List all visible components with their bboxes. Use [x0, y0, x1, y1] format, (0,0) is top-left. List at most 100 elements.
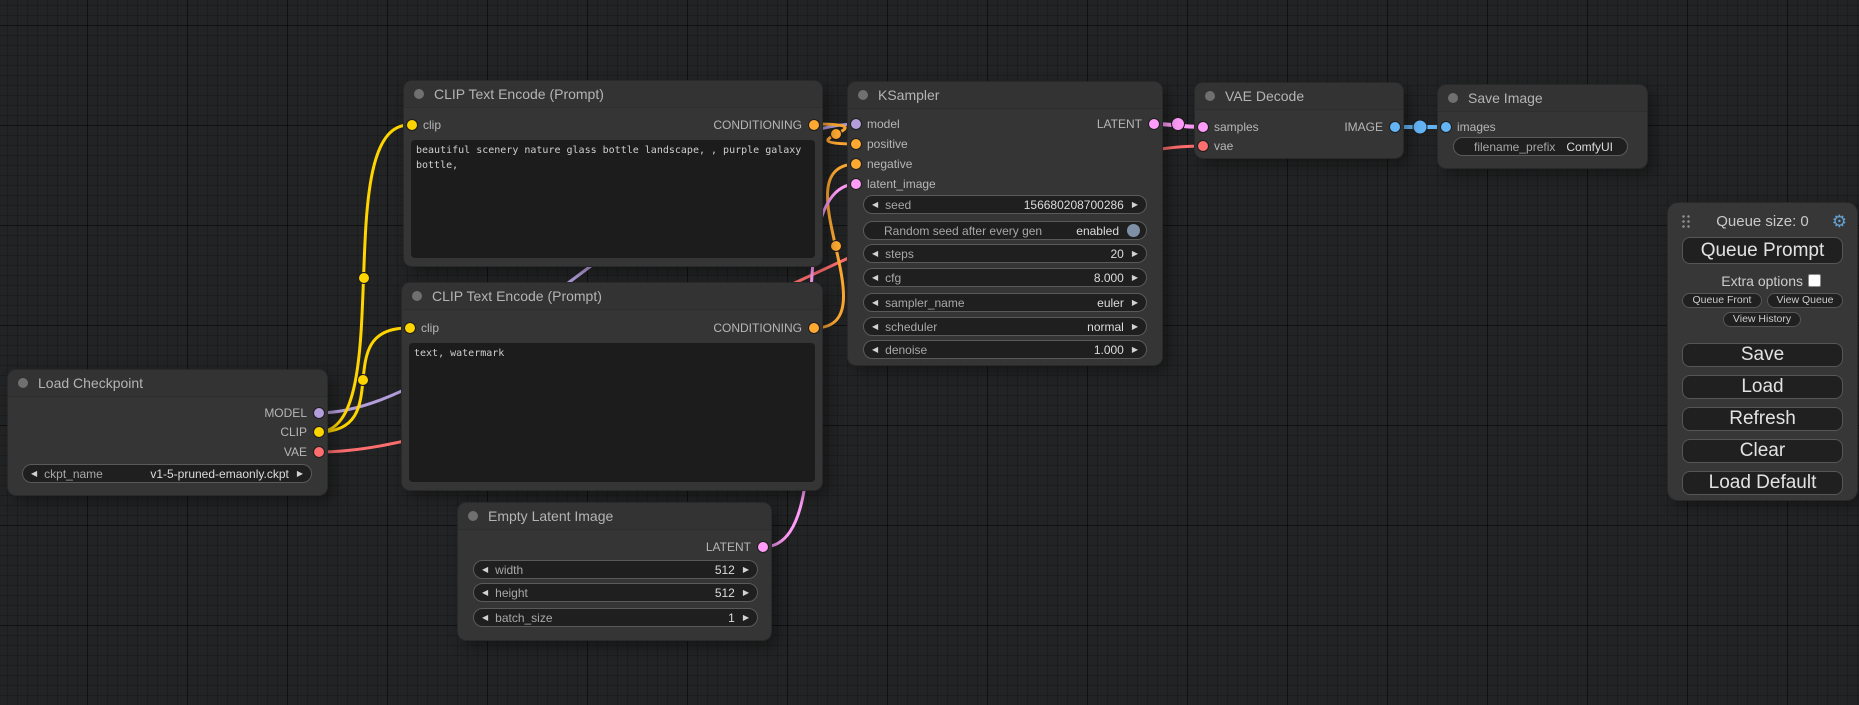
node-title-bar[interactable]: KSampler	[848, 82, 1162, 109]
decrement-arrow-icon[interactable]: ◀	[872, 195, 878, 214]
link-dot-latent[interactable]	[1172, 118, 1185, 131]
latent-slot-dot[interactable]	[758, 542, 768, 552]
seed-widget[interactable]: ◀ seed 156680208700286 ▶	[863, 195, 1147, 214]
increment-arrow-icon[interactable]: ▶	[1132, 268, 1138, 287]
image-slot-dot[interactable]	[1441, 122, 1451, 132]
collapse-dot-icon[interactable]	[1448, 93, 1458, 103]
output-slot-conditioning[interactable]: CONDITIONING	[404, 118, 822, 132]
collapse-dot-icon[interactable]	[18, 378, 28, 388]
scheduler-widget[interactable]: ◀ scheduler normal ▶	[863, 317, 1147, 336]
node-vae-decode[interactable]: VAE Decode samples vae IMAGE	[1195, 83, 1403, 158]
node-title-bar[interactable]: CLIP Text Encode (Prompt)	[404, 81, 822, 108]
conditioning-slot-dot[interactable]	[809, 120, 819, 130]
collapse-dot-icon[interactable]	[412, 291, 422, 301]
negative-prompt-textarea[interactable]: text, watermark	[409, 343, 815, 482]
view-history-button[interactable]: View History	[1723, 312, 1801, 327]
decrement-arrow-icon[interactable]: ◀	[872, 244, 878, 263]
increment-arrow-icon[interactable]: ▶	[297, 464, 303, 483]
refresh-button[interactable]: Refresh	[1682, 407, 1843, 431]
collapse-dot-icon[interactable]	[858, 90, 868, 100]
decrement-arrow-icon[interactable]: ◀	[872, 268, 878, 287]
link-dot-conditioning-negative[interactable]	[831, 241, 842, 252]
increment-arrow-icon[interactable]: ▶	[1132, 340, 1138, 359]
toggle-icon[interactable]	[1127, 224, 1140, 237]
node-empty-latent-image[interactable]: Empty Latent Image LATENT ◀ width 512 ▶ …	[458, 503, 771, 640]
link-dot-clip-positive[interactable]	[359, 273, 370, 284]
latent-slot-dot[interactable]	[851, 179, 861, 189]
node-title-bar[interactable]: CLIP Text Encode (Prompt)	[402, 283, 822, 310]
cfg-widget[interactable]: ◀ cfg 8.000 ▶	[863, 268, 1147, 287]
node-title-bar[interactable]: Load Checkpoint	[8, 370, 327, 397]
conditioning-slot-dot[interactable]	[851, 139, 861, 149]
comfyui-canvas[interactable]: { "icons": { "left_arrow": "◀", "right_a…	[0, 0, 1859, 705]
input-slot-vae[interactable]: vae	[1195, 139, 1403, 153]
output-slot-image[interactable]: IMAGE	[1195, 120, 1403, 134]
conditioning-slot-dot[interactable]	[851, 159, 861, 169]
extra-options-checkbox[interactable]	[1808, 274, 1821, 287]
save-button[interactable]: Save	[1682, 343, 1843, 367]
decrement-arrow-icon[interactable]: ◀	[872, 340, 878, 359]
vae-slot-dot[interactable]	[314, 447, 324, 457]
sampler-name-widget[interactable]: ◀ sampler_name euler ▶	[863, 293, 1147, 312]
queue-front-button[interactable]: Queue Front	[1682, 293, 1762, 308]
link-dot-image[interactable]	[1413, 120, 1427, 134]
node-clip-text-encode-positive[interactable]: CLIP Text Encode (Prompt) clip CONDITION…	[404, 81, 822, 266]
increment-arrow-icon[interactable]: ▶	[1132, 244, 1138, 263]
clear-button[interactable]: Clear	[1682, 439, 1843, 463]
node-clip-text-encode-negative[interactable]: CLIP Text Encode (Prompt) clip CONDITION…	[402, 283, 822, 490]
link-dot-clip-negative[interactable]	[358, 375, 369, 386]
output-slot-vae[interactable]: VAE	[8, 445, 327, 459]
output-slot-latent[interactable]: LATENT	[458, 540, 771, 554]
image-slot-dot[interactable]	[1390, 122, 1400, 132]
link-dot-conditioning-positive[interactable]	[831, 129, 842, 140]
increment-arrow-icon[interactable]: ▶	[743, 608, 749, 627]
gear-icon[interactable]: ⚙	[1832, 211, 1847, 233]
decrement-arrow-icon[interactable]: ◀	[482, 608, 488, 627]
output-slot-clip[interactable]: CLIP	[8, 425, 327, 439]
input-slot-negative[interactable]: negative	[848, 157, 1162, 171]
height-widget[interactable]: ◀ height 512 ▶	[473, 583, 758, 602]
batch-size-widget[interactable]: ◀ batch_size 1 ▶	[473, 608, 758, 627]
node-ksampler[interactable]: KSampler model positive negative latent_…	[848, 82, 1162, 365]
queue-prompt-button[interactable]: Queue Prompt	[1682, 237, 1843, 264]
node-title-bar[interactable]: Empty Latent Image	[458, 503, 771, 530]
load-default-button[interactable]: Load Default	[1682, 471, 1843, 495]
view-queue-button[interactable]: View Queue	[1767, 293, 1843, 308]
node-title-bar[interactable]: Save Image	[1438, 85, 1647, 112]
increment-arrow-icon[interactable]: ▶	[743, 583, 749, 602]
denoise-widget[interactable]: ◀ denoise 1.000 ▶	[863, 340, 1147, 359]
node-load-checkpoint[interactable]: Load Checkpoint MODEL CLIP VAE ◀ ckpt_na…	[8, 370, 327, 495]
node-title-bar[interactable]: VAE Decode	[1195, 83, 1403, 110]
steps-widget[interactable]: ◀ steps 20 ▶	[863, 244, 1147, 263]
model-slot-dot[interactable]	[314, 408, 324, 418]
positive-prompt-textarea[interactable]: beautiful scenery nature glass bottle la…	[411, 140, 815, 258]
input-slot-images[interactable]: images	[1438, 120, 1647, 134]
vae-slot-dot[interactable]	[1198, 141, 1208, 151]
output-slot-latent[interactable]: LATENT	[848, 117, 1162, 131]
load-button[interactable]: Load	[1682, 375, 1843, 399]
input-slot-positive[interactable]: positive	[848, 137, 1162, 151]
decrement-arrow-icon[interactable]: ◀	[482, 560, 488, 579]
increment-arrow-icon[interactable]: ▶	[743, 560, 749, 579]
output-slot-model[interactable]: MODEL	[8, 406, 327, 420]
decrement-arrow-icon[interactable]: ◀	[482, 583, 488, 602]
conditioning-slot-dot[interactable]	[809, 323, 819, 333]
increment-arrow-icon[interactable]: ▶	[1132, 317, 1138, 336]
collapse-dot-icon[interactable]	[414, 89, 424, 99]
collapse-dot-icon[interactable]	[468, 511, 478, 521]
random-seed-toggle-widget[interactable]: Random seed after every gen enabled	[863, 221, 1147, 240]
latent-slot-dot[interactable]	[1149, 119, 1159, 129]
collapse-dot-icon[interactable]	[1205, 91, 1215, 101]
clip-slot-dot[interactable]	[314, 427, 324, 437]
filename-prefix-widget[interactable]: filename_prefix ComfyUI	[1453, 137, 1628, 156]
width-widget[interactable]: ◀ width 512 ▶	[473, 560, 758, 579]
increment-arrow-icon[interactable]: ▶	[1132, 195, 1138, 214]
ckpt-name-widget[interactable]: ◀ ckpt_name v1-5-pruned-emaonly.ckpt ▶	[22, 464, 312, 483]
decrement-arrow-icon[interactable]: ◀	[31, 464, 37, 483]
decrement-arrow-icon[interactable]: ◀	[872, 293, 878, 312]
increment-arrow-icon[interactable]: ▶	[1132, 293, 1138, 312]
node-save-image[interactable]: Save Image images filename_prefix ComfyU…	[1438, 85, 1647, 168]
decrement-arrow-icon[interactable]: ◀	[872, 317, 878, 336]
output-slot-conditioning[interactable]: CONDITIONING	[402, 321, 822, 335]
input-slot-latent-image[interactable]: latent_image	[848, 177, 1162, 191]
